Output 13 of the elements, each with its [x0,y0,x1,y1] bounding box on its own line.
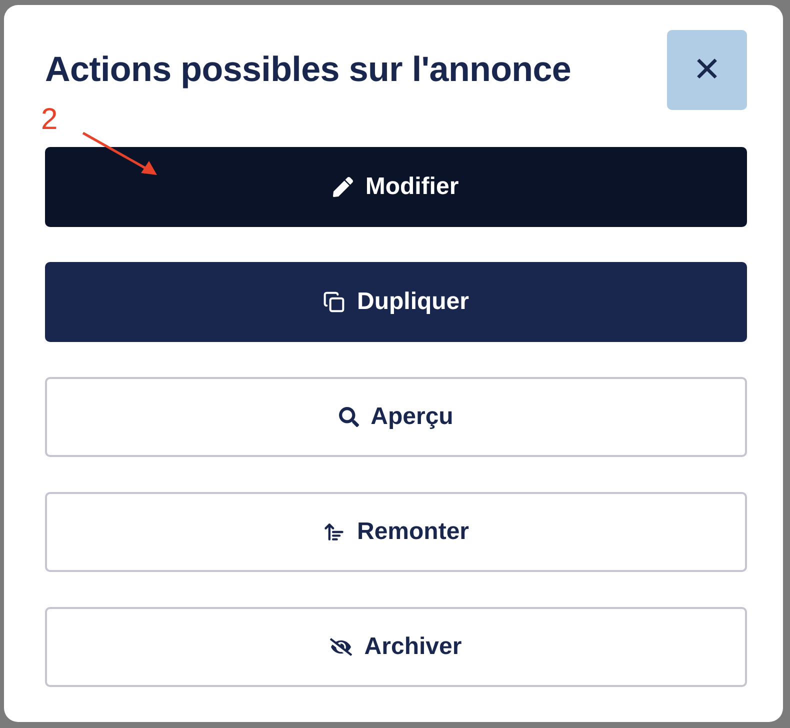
eye-slash-icon [330,636,352,658]
dialog-title: Actions possibles sur l'annonce [45,50,572,90]
action-button[interactable]: Remonter [45,492,747,572]
annotation-number: 2 [41,103,58,137]
action-button[interactable]: Archiver [45,607,747,687]
sort-icon [322,521,345,543]
action-button[interactable]: Dupliquer [45,262,747,342]
search-icon [338,407,359,427]
copy-icon [323,291,345,313]
action-button[interactable]: Modifier [45,147,747,227]
action-button[interactable]: Aperçu [45,377,747,457]
pencil-icon [333,177,354,197]
close-button[interactable]: ✕ [667,30,747,110]
